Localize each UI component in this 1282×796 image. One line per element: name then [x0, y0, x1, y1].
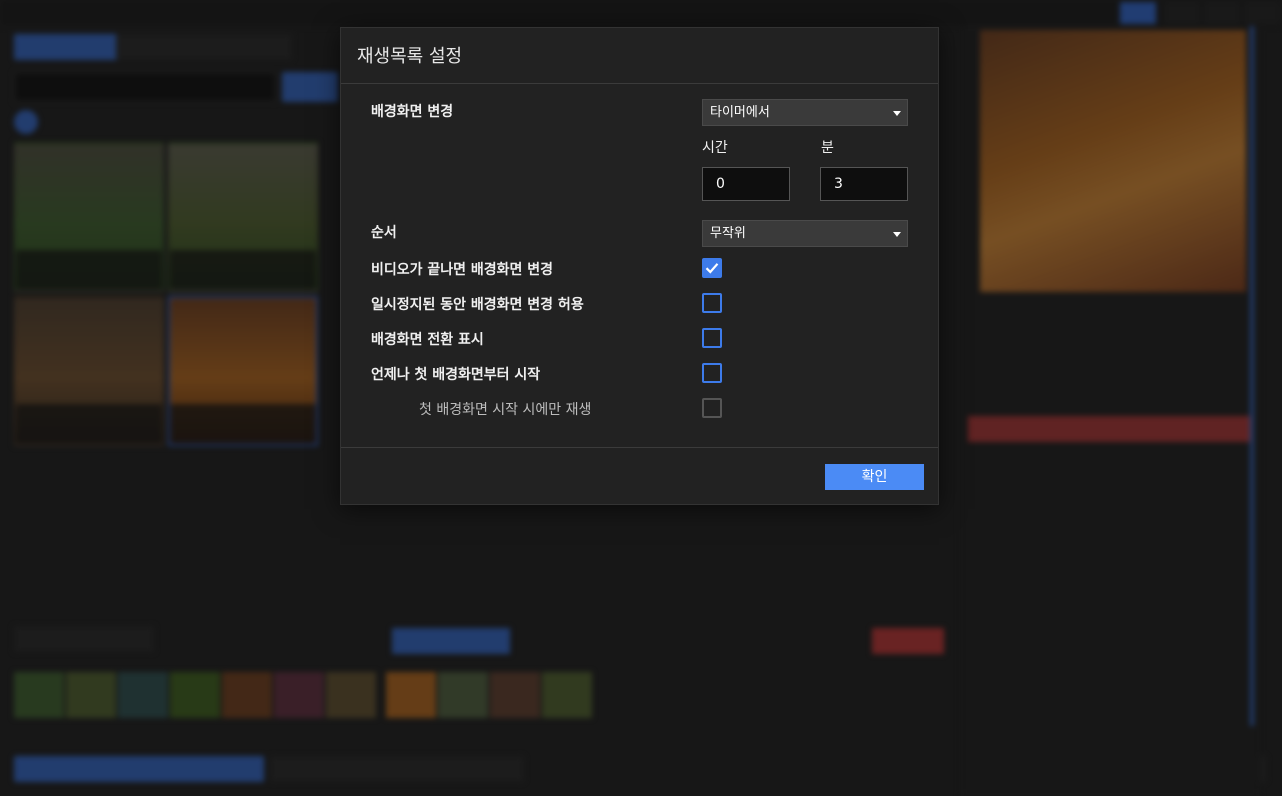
divider: [341, 447, 938, 448]
order-label: 순서: [371, 225, 397, 241]
option-label: 배경화면 전환 표시: [371, 332, 484, 348]
change-after-video-checkbox[interactable]: [702, 258, 722, 278]
change-wallpaper-label: 배경화면 변경: [371, 104, 454, 120]
chevron-down-icon: [893, 111, 901, 116]
checkmark-icon: [705, 263, 719, 274]
option-label: 비디오가 끝나면 배경화면 변경: [371, 262, 554, 278]
show-transition-checkbox[interactable]: [702, 328, 722, 348]
chevron-down-icon: [893, 232, 901, 237]
minutes-input[interactable]: 3: [820, 167, 908, 201]
sub-option-label: 첫 배경화면 시작 시에만 재생: [419, 402, 592, 418]
dialog-title: 재생목록 설정: [357, 46, 463, 67]
allow-change-while-paused-checkbox[interactable]: [702, 293, 722, 313]
hours-input[interactable]: 0: [702, 167, 790, 201]
option-label: 언제나 첫 배경화면부터 시작: [371, 367, 541, 383]
minutes-label: 분: [821, 140, 834, 156]
playlist-settings-dialog: 재생목록 설정 배경화면 변경 타이머에서 시간 분 0 3 순서 무작위 비디…: [340, 27, 939, 505]
order-select[interactable]: 무작위: [702, 220, 908, 247]
change-wallpaper-value: 타이머에서: [710, 105, 770, 120]
play-only-first-start-checkbox[interactable]: [702, 398, 722, 418]
hours-label: 시간: [702, 140, 728, 156]
divider: [341, 83, 938, 84]
change-wallpaper-select[interactable]: 타이머에서: [702, 99, 908, 126]
order-value: 무작위: [710, 226, 746, 241]
ok-button[interactable]: 확인: [825, 464, 924, 490]
option-label: 일시정지된 동안 배경화면 변경 허용: [371, 297, 584, 313]
always-start-first-checkbox[interactable]: [702, 363, 722, 383]
